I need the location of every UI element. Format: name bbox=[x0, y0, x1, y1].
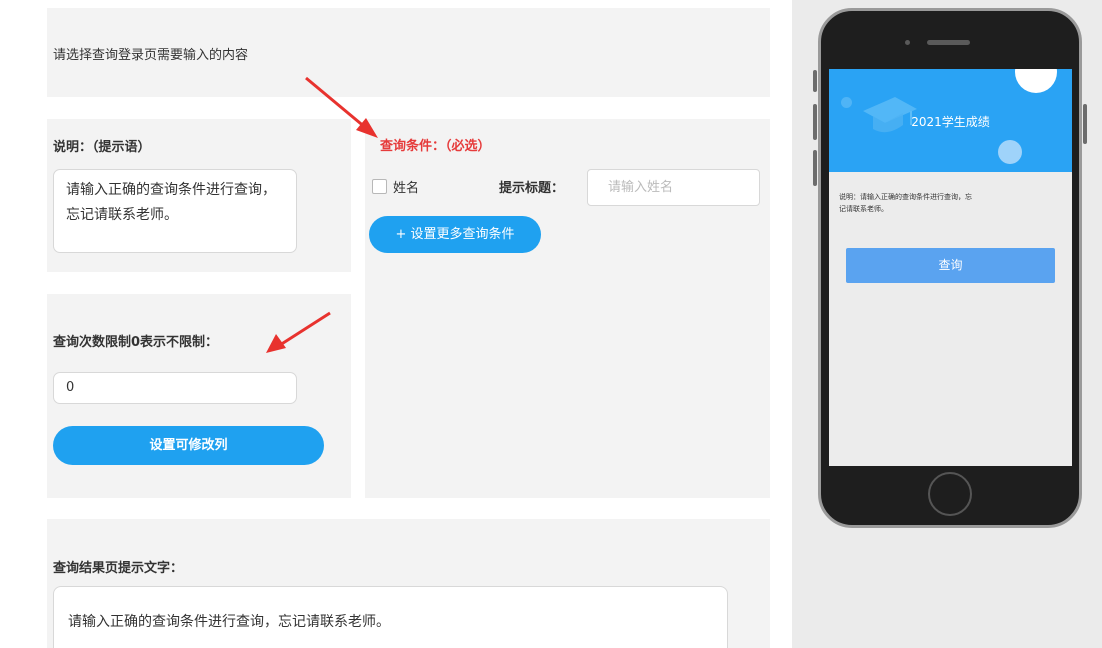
phone-volume-down bbox=[813, 150, 817, 186]
add-more-conditions-button[interactable]: + 设置更多查询条件 bbox=[369, 216, 541, 253]
banner-circle-large bbox=[1015, 69, 1057, 93]
preview-query-button[interactable]: 查询 bbox=[846, 248, 1055, 283]
description-title: 说明：（提示语） bbox=[53, 140, 151, 155]
limit-input[interactable]: 0 bbox=[53, 372, 297, 404]
preview-description: 说明：请输入正确的查询条件进行查询，忘 记请联系老师。 bbox=[839, 191, 1039, 215]
name-hint-input[interactable]: 请输入姓名 bbox=[587, 169, 760, 206]
result-textarea[interactable]: 请输入正确的查询条件进行查询，忘记请联系老师。 bbox=[53, 586, 728, 648]
banner-circle-dot bbox=[841, 97, 852, 108]
phone-volume-up bbox=[813, 104, 817, 140]
description-panel: 说明：（提示语） 请输入正确的查询条件进行查询，忘记请联系老师。 bbox=[47, 119, 351, 272]
header-panel: 请选择查询登录页需要输入的内容 bbox=[47, 8, 770, 97]
description-textarea[interactable]: 请输入正确的查询条件进行查询，忘记请联系老师。 bbox=[53, 169, 297, 253]
phone-camera bbox=[905, 40, 910, 45]
page: 请选择查询登录页需要输入的内容 说明：（提示语） 请输入正确的查询条件进行查询，… bbox=[0, 0, 1102, 648]
header-prompt: 请选择查询登录页需要输入的内容 bbox=[53, 48, 249, 63]
phone-home-button bbox=[928, 472, 972, 516]
hint-title-label: 提示标题： bbox=[499, 181, 565, 196]
preview-description-line: 记请联系老师。 bbox=[839, 205, 888, 213]
name-condition-row[interactable]: 姓名 bbox=[372, 177, 419, 196]
phone-speaker bbox=[927, 40, 970, 45]
limit-title: 查询次数限制0表示不限制： bbox=[53, 335, 219, 350]
name-checkbox[interactable] bbox=[372, 179, 387, 194]
preview-banner: 2021学生成绩 bbox=[829, 69, 1072, 172]
phone-screen: 2021学生成绩 说明：请输入正确的查询条件进行查询，忘 记请联系老师。 查询 bbox=[829, 69, 1072, 466]
limit-panel: 查询次数限制0表示不限制： 0 设置可修改列 bbox=[47, 294, 351, 498]
preview-banner-title: 2021学生成绩 bbox=[911, 115, 990, 129]
banner-circle-small bbox=[998, 140, 1022, 164]
result-title: 查询结果页提示文字： bbox=[53, 561, 184, 576]
result-panel: 查询结果页提示文字： 请输入正确的查询条件进行查询，忘记请联系老师。 bbox=[47, 519, 770, 648]
name-checkbox-label: 姓名 bbox=[393, 181, 420, 196]
phone-power-button bbox=[1083, 104, 1087, 144]
preview-description-line: 说明：请输入正确的查询条件进行查询，忘 bbox=[839, 193, 972, 201]
conditions-panel: 查询条件：（必选） 姓名 提示标题： 请输入姓名 + 设置更多查询条件 bbox=[365, 119, 770, 498]
set-editable-columns-button[interactable]: 设置可修改列 bbox=[53, 426, 324, 465]
conditions-title: 查询条件：（必选） bbox=[380, 139, 491, 154]
phone-mute-switch bbox=[813, 70, 817, 92]
